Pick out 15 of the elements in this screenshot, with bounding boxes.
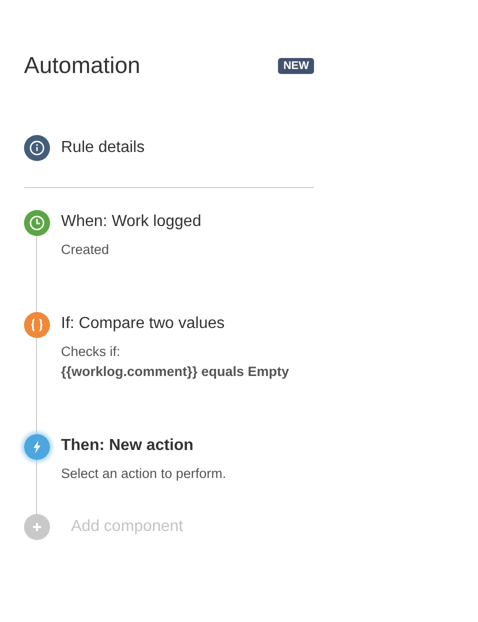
new-badge: NEW <box>278 58 314 74</box>
lightning-icon[interactable] <box>24 434 50 460</box>
step-description: {{worklog.comment}} equals Empty <box>61 363 290 381</box>
step-description: Select an action to perform. <box>61 465 226 483</box>
step-title[interactable]: If: Compare two values <box>61 315 290 333</box>
page-title: Automation <box>24 52 140 79</box>
step-title[interactable]: Then: New action <box>61 437 226 455</box>
rule-details-link[interactable]: Rule details <box>61 139 145 157</box>
info-icon <box>24 135 50 161</box>
step-description: Created <box>61 241 110 259</box>
step-description: Checks if: <box>61 343 122 361</box>
plus-icon[interactable] <box>24 514 50 540</box>
braces-icon[interactable] <box>24 312 50 338</box>
step-title[interactable]: When: Work logged <box>61 213 202 231</box>
clock-icon[interactable] <box>24 210 50 236</box>
